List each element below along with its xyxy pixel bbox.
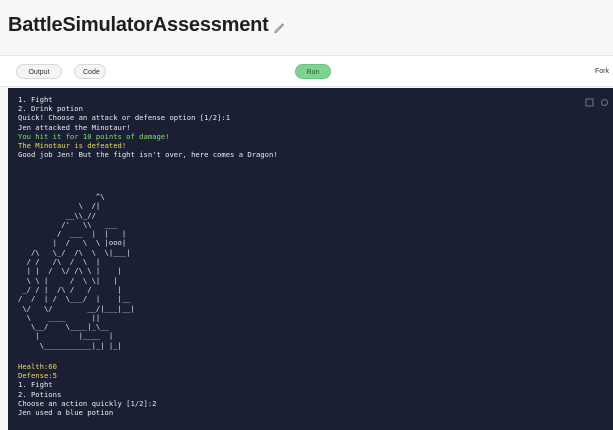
ascii-art-line: / ___ | | | bbox=[18, 229, 127, 239]
ascii-art-line: \__/ \____|_\__ bbox=[18, 322, 109, 332]
edit-icon[interactable] bbox=[273, 21, 285, 33]
ascii-art-line: __\\_// bbox=[18, 210, 96, 220]
dragon-ascii-art: ^\ \ /| __\\_// /' \\ ___ / ___ | | | | … bbox=[18, 192, 135, 350]
clear-console-icon[interactable] bbox=[585, 94, 594, 107]
console-line: Jen used a blue potion bbox=[18, 408, 114, 418]
expand-icon[interactable] bbox=[600, 94, 609, 106]
page-title: BattleSimulatorAssessment bbox=[8, 13, 269, 36]
console-output[interactable]: 1. Fight 2. Drink potion Quick! Choose an … bbox=[8, 88, 613, 430]
ascii-art-line: \ ____ || bbox=[18, 312, 101, 322]
run-button[interactable]: Run bbox=[295, 64, 331, 79]
console-line: Health:60 bbox=[18, 362, 57, 371]
console-line: 1. Fight bbox=[18, 95, 53, 104]
ascii-art-line: \ \ | / \ \| | bbox=[18, 275, 118, 285]
console-line: Good job Jen! But the fight isn't over, … bbox=[18, 150, 278, 160]
repl-page: BattleSimulatorAssessment Output Code Ru… bbox=[0, 0, 613, 430]
ascii-art-line: / / /\ / \ | bbox=[18, 257, 101, 267]
ascii-art-line: /' \\ ___ bbox=[18, 219, 118, 229]
fork-link[interactable]: Fork bbox=[595, 64, 609, 79]
console-line: 2. Drink potion bbox=[18, 104, 83, 114]
console-line: Defense:5 bbox=[18, 371, 57, 381]
ascii-art-line: | / \ \ |ooo| bbox=[18, 238, 127, 248]
ascii-art-line: _/ / | /\ / / | bbox=[18, 284, 122, 294]
console-line: Choose an action quickly [1/2]:2 bbox=[18, 398, 157, 408]
code-button[interactable]: Code bbox=[74, 64, 106, 79]
ascii-art-line: | |____ | bbox=[18, 331, 114, 341]
ascii-art-line: \ /| bbox=[18, 201, 101, 211]
ascii-art-line: | | / \/ /\ \ | | bbox=[18, 266, 122, 276]
ascii-art-line: \___________|_| |_| bbox=[18, 340, 122, 350]
page-header: BattleSimulatorAssessment bbox=[0, 0, 613, 44]
ascii-art-line: ^\ bbox=[18, 192, 105, 201]
output-button[interactable]: Output bbox=[16, 64, 62, 79]
console-line: 2. Potions bbox=[18, 389, 62, 399]
ascii-art-line: \/ \/ __/|___|__| bbox=[18, 303, 135, 313]
console-line: The Minotaur is defeated! bbox=[18, 141, 127, 151]
toolbar: Output Code Run Fork bbox=[0, 55, 613, 87]
console-line: You hit it for 10 points of damage! bbox=[18, 131, 170, 141]
console-line: Jen attacked the Minotaur! bbox=[18, 122, 131, 132]
console-line: Quick! Choose an attack or defense optio… bbox=[18, 113, 231, 123]
console-controls bbox=[585, 94, 609, 107]
console-lines-top: 1. Fight 2. Drink potion Quick! Choose an … bbox=[18, 95, 278, 159]
console-line: 1. Fight bbox=[18, 380, 53, 390]
ascii-art-line: /\ \_/ /\ \ \|___| bbox=[18, 247, 131, 257]
console-lines-bottom: Health:60 Defense:5 1. Fight 2. Potions Choo… bbox=[18, 362, 156, 417]
ascii-art-line: / / | / \___/ | |__ bbox=[18, 294, 131, 304]
